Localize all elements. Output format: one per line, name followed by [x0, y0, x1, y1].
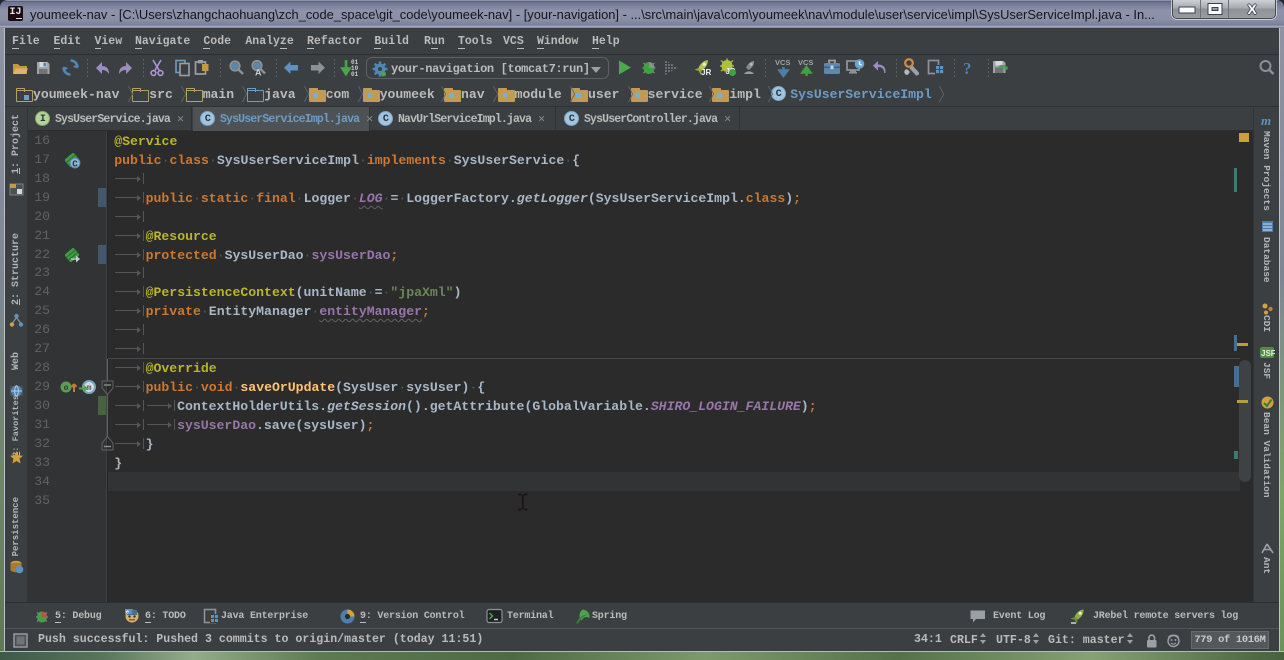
svg-text:01: 01	[351, 71, 359, 78]
svg-text:JR: JR	[701, 68, 711, 77]
svg-text:VCS: VCS	[775, 58, 790, 67]
svg-text:m: m	[1261, 113, 1271, 128]
svg-text:A: A	[255, 68, 262, 78]
svg-text:?: ?	[963, 59, 972, 78]
svg-text:C: C	[72, 160, 78, 170]
svg-text:e: e	[126, 610, 129, 616]
svg-text:VCS: VCS	[798, 58, 813, 67]
svg-text:JSF: JSF	[1261, 349, 1275, 358]
svg-text:o: o	[64, 384, 69, 393]
